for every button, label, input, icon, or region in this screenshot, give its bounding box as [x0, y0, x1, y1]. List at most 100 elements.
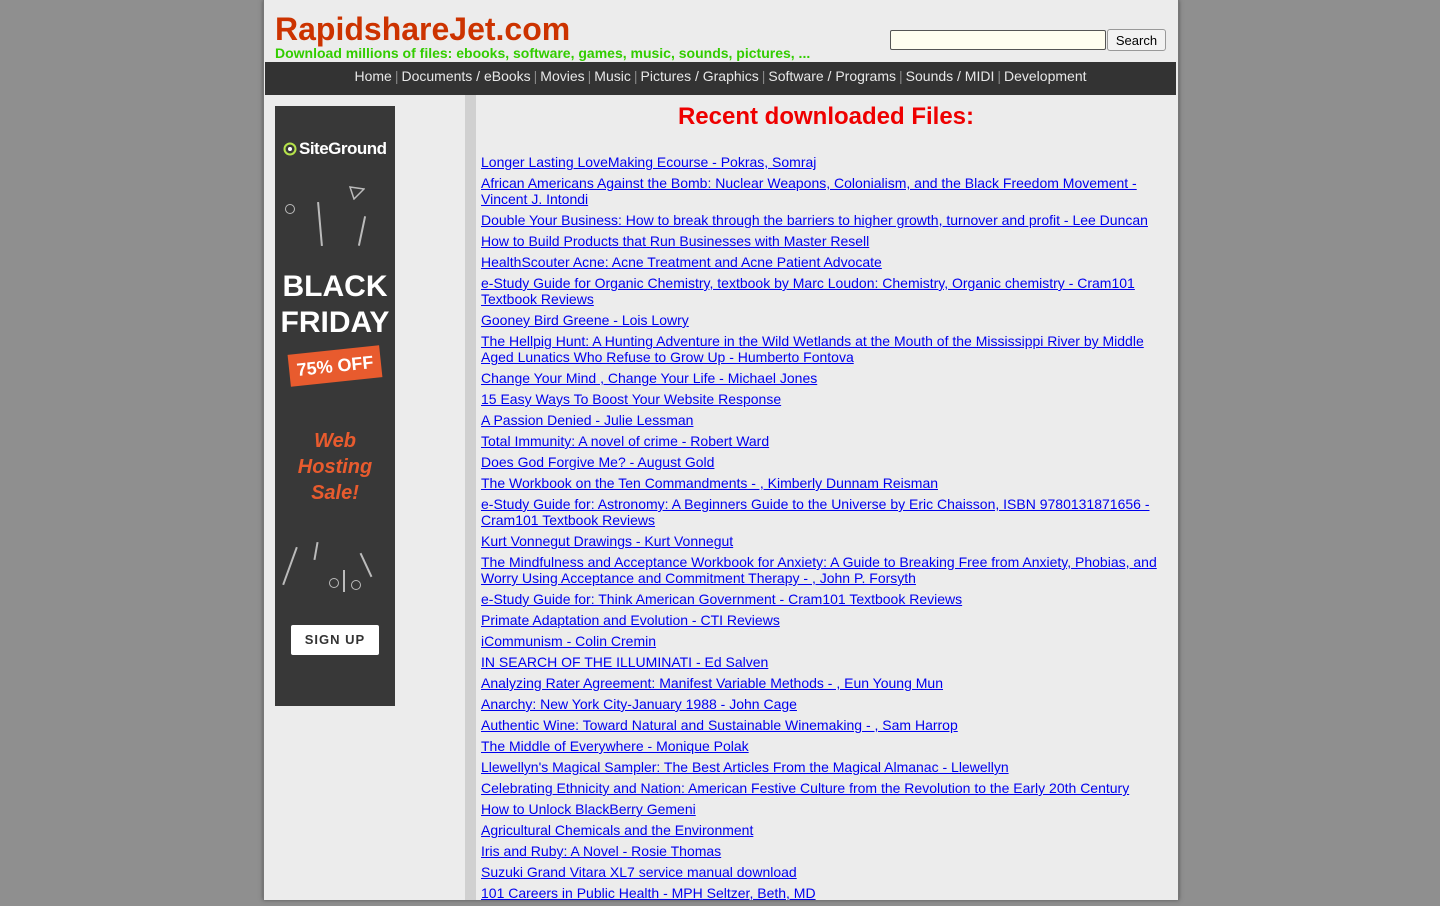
- file-link[interactable]: Primate Adaptation and Evolution - CTI R…: [481, 612, 780, 628]
- nav-separator: |: [587, 68, 592, 84]
- list-item: Double Your Business: How to break throu…: [481, 212, 1171, 228]
- page-container: RapidshareJet.com Download millions of f…: [263, 0, 1179, 901]
- file-link[interactable]: Llewellyn's Magical Sampler: The Best Ar…: [481, 759, 1009, 775]
- decor-line: [357, 216, 367, 246]
- list-item: Authentic Wine: Toward Natural and Susta…: [481, 717, 1171, 733]
- file-link[interactable]: IN SEARCH OF THE ILLUMINATI - Ed Salven: [481, 654, 768, 670]
- list-item: Gooney Bird Greene - Lois Lowry: [481, 312, 1171, 328]
- file-link[interactable]: HealthScouter Acne: Acne Treatment and A…: [481, 254, 882, 270]
- file-link[interactable]: Double Your Business: How to break throu…: [481, 212, 1148, 228]
- list-item: e-Study Guide for: Think American Govern…: [481, 591, 1171, 607]
- file-link[interactable]: The Middle of Everywhere - Monique Polak: [481, 738, 749, 754]
- recent-files-list: Longer Lasting LoveMaking Ecourse - Pokr…: [481, 154, 1171, 901]
- column-divider: [465, 95, 476, 900]
- file-link[interactable]: e-Study Guide for Organic Chemistry, tex…: [481, 275, 1135, 307]
- file-link[interactable]: Change Your Mind , Change Your Life - Mi…: [481, 370, 817, 386]
- decor-line: [313, 541, 319, 561]
- list-item: Suzuki Grand Vitara XL7 service manual d…: [481, 864, 1171, 880]
- file-link[interactable]: Total Immunity: A novel of crime - Rober…: [481, 433, 769, 449]
- file-link[interactable]: iCommunism - Colin Cremin: [481, 633, 656, 649]
- nav-link-documents-ebooks[interactable]: Documents / eBooks: [401, 68, 530, 84]
- nav-link-pictures-graphics[interactable]: Pictures / Graphics: [641, 68, 759, 84]
- decor-line: [317, 201, 323, 247]
- file-link[interactable]: Kurt Vonnegut Drawings - Kurt Vonnegut: [481, 533, 733, 549]
- list-item: The Mindfulness and Acceptance Workbook …: [481, 554, 1171, 586]
- list-item: 15 Easy Ways To Boost Your Website Respo…: [481, 391, 1171, 407]
- list-item: Anarchy: New York City-January 1988 - Jo…: [481, 696, 1171, 712]
- file-link[interactable]: Gooney Bird Greene - Lois Lowry: [481, 312, 689, 328]
- nav-separator: |: [899, 68, 903, 84]
- nav-separator: |: [633, 68, 638, 84]
- list-item: HealthScouter Acne: Acne Treatment and A…: [481, 254, 1171, 270]
- file-link[interactable]: How to Build Products that Run Businesse…: [481, 233, 869, 249]
- list-item: iCommunism - Colin Cremin: [481, 633, 1171, 649]
- decor-circle-icon: [351, 580, 361, 590]
- header: RapidshareJet.com Download millions of f…: [264, 0, 1178, 62]
- file-link[interactable]: Longer Lasting LoveMaking Ecourse - Pokr…: [481, 154, 816, 170]
- list-item: IN SEARCH OF THE ILLUMINATI - Ed Salven: [481, 654, 1171, 670]
- ad-sale-line: Web: [314, 430, 356, 452]
- decor-circle-icon: [285, 204, 295, 214]
- list-item: Analyzing Rater Agreement: Manifest Vari…: [481, 675, 1171, 691]
- file-link[interactable]: e-Study Guide for: Astronomy: A Beginner…: [481, 496, 1150, 528]
- list-item: Agricultural Chemicals and the Environme…: [481, 822, 1171, 838]
- nav-link-movies[interactable]: Movies: [540, 68, 584, 84]
- file-link[interactable]: Agricultural Chemicals and the Environme…: [481, 822, 753, 838]
- file-link[interactable]: The Workbook on the Ten Commandments - ,…: [481, 475, 938, 491]
- file-link[interactable]: How to Unlock BlackBerry Gemeni: [481, 801, 696, 817]
- siteground-logo-icon: [283, 142, 297, 156]
- list-item: Iris and Ruby: A Novel - Rosie Thomas: [481, 843, 1171, 859]
- sidebar-ad-banner[interactable]: SiteGround BLACK FRIDAY 75% OFF Web Host…: [275, 106, 395, 706]
- list-item: How to Build Products that Run Businesse…: [481, 233, 1171, 249]
- file-link[interactable]: 101 Careers in Public Health - MPH Seltz…: [481, 885, 816, 901]
- list-item: A Passion Denied - Julie Lessman: [481, 412, 1171, 428]
- search-input[interactable]: [890, 30, 1106, 50]
- list-item: Longer Lasting LoveMaking Ecourse - Pokr…: [481, 154, 1171, 170]
- nav-link-development[interactable]: Development: [1004, 68, 1087, 84]
- ad-sale-line: Hosting: [297, 456, 373, 478]
- list-item: Llewellyn's Magical Sampler: The Best Ar…: [481, 759, 1171, 775]
- list-item: The Middle of Everywhere - Monique Polak: [481, 738, 1171, 754]
- list-item: e-Study Guide for Organic Chemistry, tex…: [481, 275, 1171, 307]
- file-link[interactable]: Celebrating Ethnicity and Nation: Americ…: [481, 780, 1129, 796]
- decor-line: [359, 552, 373, 578]
- list-item: Kurt Vonnegut Drawings - Kurt Vonnegut: [481, 533, 1171, 549]
- file-link[interactable]: Does God Forgive Me? - August Gold: [481, 454, 714, 470]
- file-link[interactable]: Iris and Ruby: A Novel - Rosie Thomas: [481, 843, 721, 859]
- list-item: e-Study Guide for: Astronomy: A Beginner…: [481, 496, 1171, 528]
- decor-line: [282, 546, 298, 586]
- nav-link-home[interactable]: Home: [354, 68, 391, 84]
- ad-discount-badge: 75% OFF: [287, 345, 383, 387]
- file-link[interactable]: 15 Easy Ways To Boost Your Website Respo…: [481, 391, 781, 407]
- decor-circle-icon: [329, 578, 339, 588]
- decor-triangle-icon: [349, 186, 365, 200]
- nav-link-sounds-midi[interactable]: Sounds / MIDI: [906, 68, 995, 84]
- ad-signup-button[interactable]: SIGN UP: [291, 625, 379, 655]
- file-link[interactable]: Suzuki Grand Vitara XL7 service manual d…: [481, 864, 797, 880]
- site-tagline: Download millions of files: ebooks, soft…: [275, 45, 811, 61]
- nav-link-software-programs[interactable]: Software / Programs: [768, 68, 896, 84]
- recent-files-heading: Recent downloaded Files:: [677, 103, 975, 130]
- list-item: Primate Adaptation and Evolution - CTI R…: [481, 612, 1171, 628]
- list-item: The Workbook on the Ten Commandments - ,…: [481, 475, 1171, 491]
- search-button[interactable]: Search: [1107, 29, 1166, 51]
- decor-line: [343, 570, 345, 592]
- site-title[interactable]: RapidshareJet.com: [275, 11, 570, 48]
- nav-link-music[interactable]: Music: [594, 68, 631, 84]
- list-item: Does God Forgive Me? - August Gold: [481, 454, 1171, 470]
- list-item: Total Immunity: A novel of crime - Rober…: [481, 433, 1171, 449]
- file-link[interactable]: African Americans Against the Bomb: Nucl…: [481, 175, 1137, 207]
- ad-sale-line: Sale!: [311, 482, 359, 504]
- main-nav: Home | Documents / eBooks | Movies | Music | Pic…: [265, 62, 1176, 95]
- file-link[interactable]: Anarchy: New York City-January 1988 - Jo…: [481, 696, 797, 712]
- list-item: Celebrating Ethnicity and Nation: Americ…: [481, 780, 1171, 796]
- file-link[interactable]: The Hellpig Hunt: A Hunting Adventure in…: [481, 333, 1144, 365]
- file-link[interactable]: Analyzing Rater Agreement: Manifest Vari…: [481, 675, 943, 691]
- list-item: 101 Careers in Public Health - MPH Seltz…: [481, 885, 1171, 901]
- file-link[interactable]: Authentic Wine: Toward Natural and Susta…: [481, 717, 958, 733]
- file-link[interactable]: e-Study Guide for: Think American Govern…: [481, 591, 962, 607]
- nav-separator: |: [533, 68, 538, 84]
- nav-separator: |: [997, 68, 1001, 84]
- file-link[interactable]: A Passion Denied - Julie Lessman: [481, 412, 693, 428]
- file-link[interactable]: The Mindfulness and Acceptance Workbook …: [481, 554, 1157, 586]
